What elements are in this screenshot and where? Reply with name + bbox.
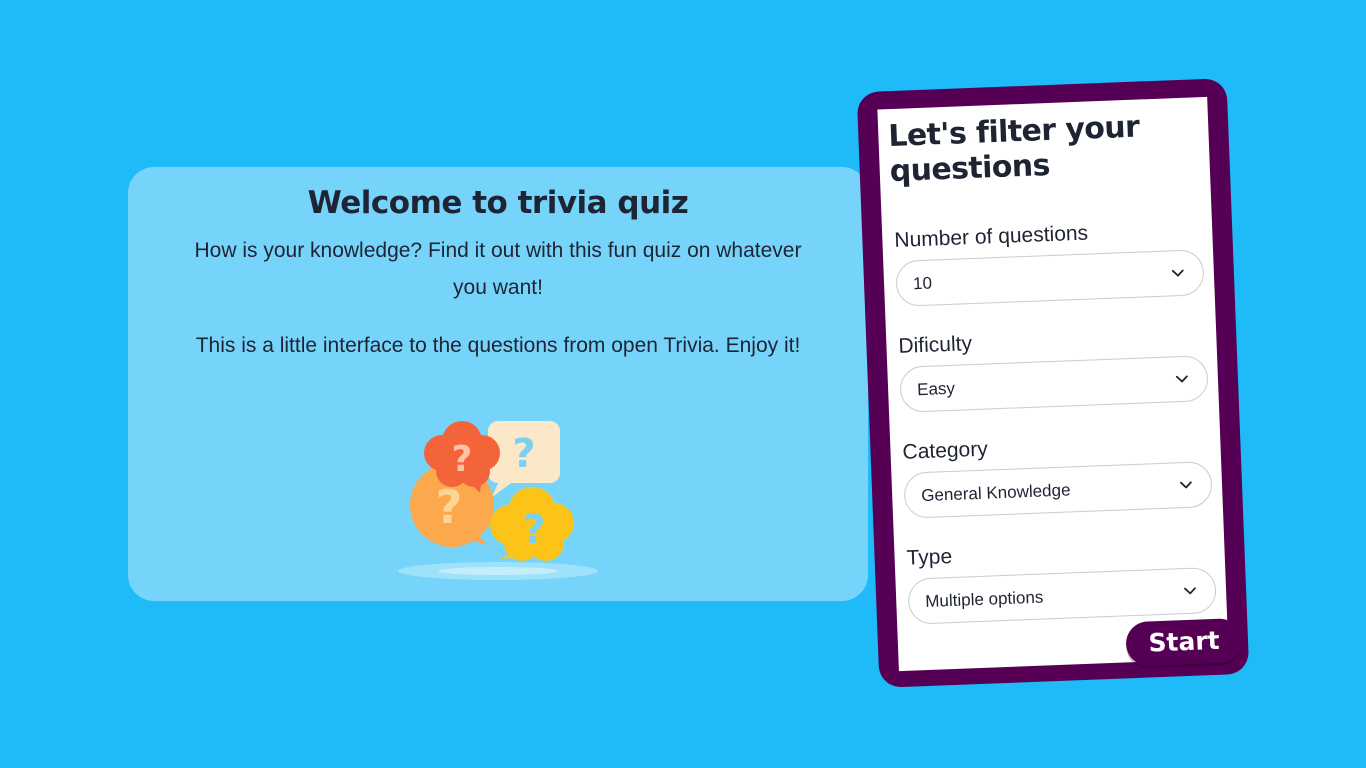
type-label: Type	[906, 545, 953, 570]
filter-title: Let's filter your questions	[887, 109, 1140, 190]
svg-text:?: ?	[522, 507, 545, 553]
svg-text:?: ?	[436, 480, 463, 534]
start-button[interactable]: Start	[1125, 617, 1243, 667]
chevron-down-icon	[1171, 269, 1184, 277]
category-label: Category	[902, 437, 989, 464]
difficulty-label: Dificulty	[898, 332, 973, 358]
category-value: General Knowledge	[920, 480, 1071, 506]
question-bubbles-icon: ? ? ? ?	[398, 421, 598, 580]
chevron-down-icon	[1180, 481, 1192, 489]
difficulty-select[interactable]: Easy	[899, 355, 1209, 413]
svg-text:?: ?	[452, 439, 473, 480]
chevron-down-icon	[1184, 587, 1196, 595]
number-of-questions-value: 10	[912, 273, 933, 294]
type-value: Multiple options	[924, 587, 1044, 612]
welcome-intro-text: How is your knowledge? Find it out with …	[194, 239, 802, 299]
category-select[interactable]: General Knowledge	[903, 460, 1213, 519]
filter-panel: Let's filter your questions Number of qu…	[856, 78, 1250, 688]
type-select[interactable]: Multiple options	[907, 566, 1217, 625]
page: Welcome to trivia quiz How is your knowl…	[0, 0, 1366, 768]
welcome-description-text: This is a little interface to the questi…	[195, 334, 801, 357]
difficulty-value: Easy	[916, 378, 956, 400]
svg-text:?: ?	[512, 431, 535, 477]
filter-form: Let's filter your questions Number of qu…	[877, 96, 1229, 672]
number-of-questions-select[interactable]: 10	[895, 249, 1205, 307]
chevron-down-icon	[1175, 375, 1188, 383]
number-of-questions-label: Number of questions	[893, 221, 1089, 252]
welcome-card: Welcome to trivia quiz How is your knowl…	[128, 167, 868, 601]
welcome-title: Welcome to trivia quiz	[307, 185, 689, 221]
